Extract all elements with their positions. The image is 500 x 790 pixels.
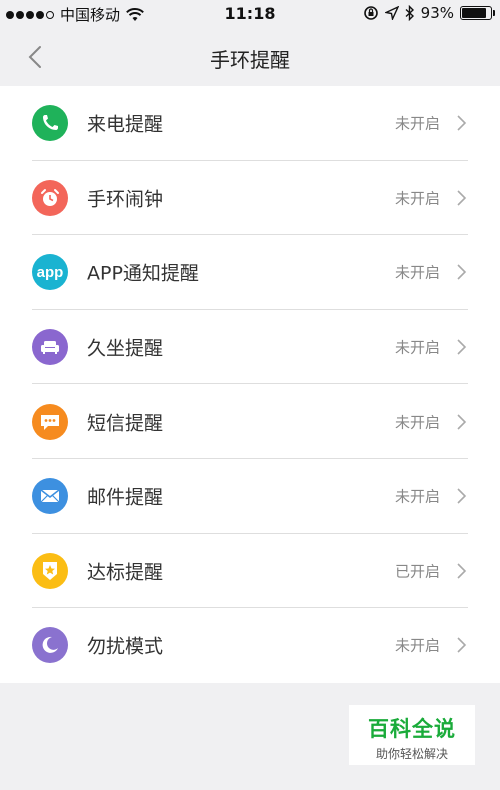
list-item-goal-reached[interactable]: 达标提醒 已开启 bbox=[0, 534, 500, 609]
status-bar: 中国移动 11:18 93% bbox=[0, 0, 500, 28]
item-label: APP通知提醒 bbox=[87, 262, 199, 285]
moon-icon bbox=[32, 627, 68, 664]
status-right: 93% bbox=[363, 4, 495, 22]
item-status: 未开启 bbox=[394, 636, 440, 655]
item-status: 未开启 bbox=[394, 487, 440, 506]
list-item-mail[interactable]: 邮件提醒 未开启 bbox=[0, 459, 500, 534]
item-label: 久坐提醒 bbox=[87, 337, 164, 360]
message-icon bbox=[32, 403, 68, 440]
item-status: 未开启 bbox=[394, 189, 440, 208]
watermark-title: 百科全说 bbox=[368, 717, 456, 741]
item-label: 手环闹钟 bbox=[87, 188, 164, 211]
item-label: 短信提醒 bbox=[87, 412, 164, 435]
chevron-right-icon bbox=[457, 414, 467, 430]
watermark-subtitle: 助你轻松解决 bbox=[375, 747, 448, 761]
list-item-do-not-disturb[interactable]: 勿扰模式 未开启 bbox=[0, 608, 500, 683]
app-icon: app bbox=[32, 254, 68, 291]
item-status: 未开启 bbox=[394, 413, 440, 432]
chevron-right-icon bbox=[457, 190, 467, 206]
battery-icon bbox=[460, 6, 495, 20]
phone-icon bbox=[32, 105, 68, 142]
item-label: 来电提醒 bbox=[87, 113, 164, 136]
chevron-right-icon bbox=[457, 488, 467, 504]
rotation-lock-icon bbox=[363, 6, 378, 20]
watermark-logo: 百科全说 助你轻松解决 bbox=[349, 705, 475, 765]
app-icon-text: app bbox=[36, 263, 64, 281]
nav-bar: 手环提醒 bbox=[0, 28, 500, 86]
chevron-right-icon bbox=[457, 637, 467, 654]
item-status: 已开启 bbox=[394, 562, 440, 581]
item-status: 未开启 bbox=[394, 114, 440, 133]
chevron-right-icon bbox=[457, 264, 467, 281]
bluetooth-icon bbox=[405, 5, 414, 21]
chevron-right-icon bbox=[457, 563, 467, 579]
chevron-right-icon bbox=[457, 115, 467, 131]
sofa-icon bbox=[32, 329, 68, 366]
alarm-clock-icon bbox=[32, 179, 68, 216]
chevron-right-icon bbox=[457, 339, 467, 355]
list-item-app-notification[interactable]: app APP通知提醒 未开启 bbox=[0, 235, 500, 310]
battery-percent: 93% bbox=[420, 4, 454, 22]
page-title: 手环提醒 bbox=[210, 48, 290, 72]
list-item-band-alarm[interactable]: 手环闹钟 未开启 bbox=[0, 161, 500, 236]
mail-icon bbox=[32, 478, 68, 515]
item-status: 未开启 bbox=[394, 263, 440, 282]
item-label: 勿扰模式 bbox=[87, 635, 164, 658]
list-item-sms[interactable]: 短信提醒 未开启 bbox=[0, 384, 500, 459]
list-item-incoming-call[interactable]: 来电提醒 未开启 bbox=[0, 86, 500, 161]
badge-star-icon bbox=[32, 552, 68, 589]
list-item-sedentary[interactable]: 久坐提醒 未开启 bbox=[0, 310, 500, 385]
item-label: 邮件提醒 bbox=[87, 486, 164, 509]
item-status: 未开启 bbox=[394, 338, 440, 357]
reminder-list: 来电提醒 未开启 手环闹钟 未开启 app APP通知提醒 未开启 久坐提醒 未… bbox=[0, 86, 500, 683]
item-label: 达标提醒 bbox=[87, 561, 164, 584]
location-arrow-icon bbox=[384, 6, 399, 20]
